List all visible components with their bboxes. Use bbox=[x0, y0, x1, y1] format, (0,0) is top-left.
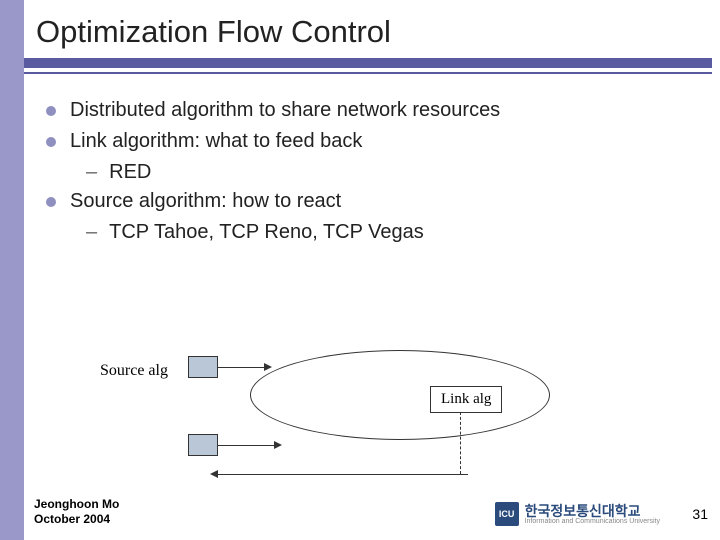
arrow-head-right-icon bbox=[274, 441, 282, 449]
arrow-head-right-icon bbox=[264, 363, 272, 371]
footer-author: Jeonghoon Mo bbox=[34, 497, 119, 513]
content-area: Distributed algorithm to share network r… bbox=[46, 96, 686, 247]
bullet-item: Link algorithm: what to feed back bbox=[46, 127, 686, 156]
arrow-line bbox=[218, 445, 276, 446]
dash-icon: – bbox=[86, 218, 97, 247]
footer-logo: ICU 한국정보통신대학교 Information and Communicat… bbox=[495, 502, 660, 526]
dashed-connector bbox=[460, 412, 461, 474]
logo-text: 한국정보통신대학교 bbox=[525, 504, 660, 518]
link-alg-label: Link alg bbox=[430, 386, 502, 413]
bullet-icon bbox=[46, 137, 56, 147]
source-box-bottom bbox=[188, 434, 218, 456]
sub-bullet-item: – RED bbox=[86, 158, 686, 187]
bullet-text: Distributed algorithm to share network r… bbox=[70, 96, 500, 125]
bullet-icon bbox=[46, 197, 56, 207]
bullet-item: Distributed algorithm to share network r… bbox=[46, 96, 686, 125]
footer-date: October 2004 bbox=[34, 512, 119, 528]
source-alg-label: Source alg bbox=[100, 362, 168, 380]
flow-diagram: Source alg Link alg bbox=[100, 340, 620, 500]
footer-author-block: Jeonghoon Mo October 2004 bbox=[34, 497, 119, 528]
title-underline-thick bbox=[24, 58, 712, 68]
bullet-text: Source algorithm: how to react bbox=[70, 187, 341, 216]
title-underline-thin bbox=[24, 72, 712, 74]
page-number: 31 bbox=[692, 506, 708, 522]
network-cloud bbox=[250, 350, 550, 440]
sub-bullet-item: – TCP Tahoe, TCP Reno, TCP Vegas bbox=[86, 218, 686, 247]
feedback-arrow-line bbox=[218, 474, 468, 475]
logo-subtext: Information and Communications Universit… bbox=[525, 518, 660, 525]
bullet-icon bbox=[46, 106, 56, 116]
logo-mark-icon: ICU bbox=[495, 502, 519, 526]
dash-icon: – bbox=[86, 158, 97, 187]
left-accent-stripe bbox=[0, 0, 24, 540]
bullet-text: Link algorithm: what to feed back bbox=[70, 127, 362, 156]
bullet-item: Source algorithm: how to react bbox=[46, 187, 686, 216]
arrow-head-left-icon bbox=[210, 470, 218, 478]
sub-bullet-text: TCP Tahoe, TCP Reno, TCP Vegas bbox=[109, 218, 424, 247]
source-box-top bbox=[188, 356, 218, 378]
slide-title: Optimization Flow Control bbox=[36, 14, 391, 50]
sub-bullet-text: RED bbox=[109, 158, 151, 187]
arrow-line bbox=[218, 367, 266, 368]
